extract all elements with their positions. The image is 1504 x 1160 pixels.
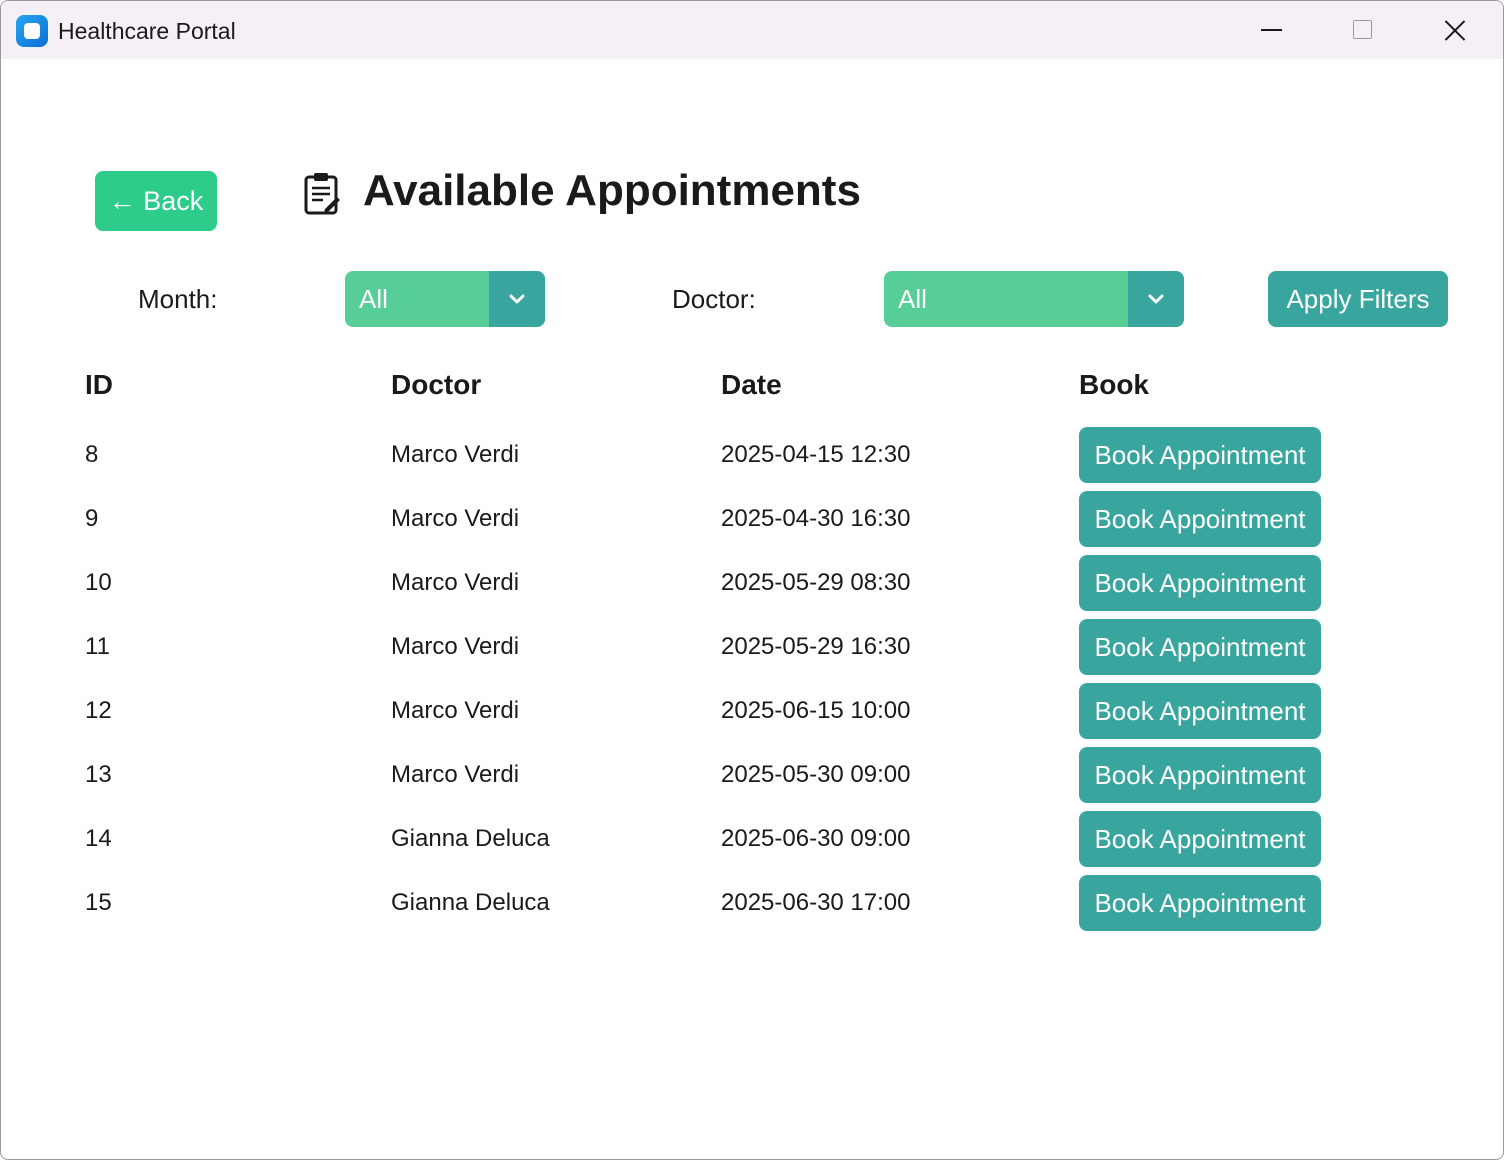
app-window: Healthcare Portal ← Back Available Appoi… [0,0,1504,1160]
appointment-id: 11 [85,633,110,660]
column-header-book: Book [1079,369,1149,400]
book-appointment-button[interactable]: Book Appointment [1079,491,1321,547]
page-title: Available Appointments [363,166,861,215]
appointment-date: 2025-06-30 09:00 [721,825,911,852]
appointment-doctor: Marco Verdi [391,761,520,788]
month-select[interactable]: All [345,271,545,327]
book-appointment-button[interactable]: Book Appointment [1079,427,1321,483]
appointment-date: 2025-06-30 17:00 [721,889,911,916]
book-appointment-button[interactable]: Book Appointment [1079,619,1321,675]
month-filter-label: Month: [138,284,218,314]
table-row: 11 Marco Verdi 2025-05-29 16:30 Book App… [1,619,1503,683]
appointment-date: 2025-05-30 09:00 [721,761,911,788]
doctor-select-value: All [898,284,927,314]
table-row: 15 Gianna Deluca 2025-06-30 17:00 Book A… [1,875,1503,939]
appointment-id: 9 [85,505,99,532]
appointment-date: 2025-05-29 16:30 [721,633,911,660]
column-header-date: Date [721,369,782,400]
book-appointment-button[interactable]: Book Appointment [1079,555,1321,611]
appointment-date: 2025-04-30 16:30 [721,505,911,532]
appointment-doctor: Marco Verdi [391,633,520,660]
close-button[interactable] [1409,1,1501,59]
doctor-filter-label: Doctor: [672,284,756,314]
appointment-id: 10 [85,569,112,596]
clipboard-icon [303,171,341,215]
book-appointment-button[interactable]: Book Appointment [1079,875,1321,931]
table-row: 10 Marco Verdi 2025-05-29 08:30 Book App… [1,555,1503,619]
appointment-date: 2025-05-29 08:30 [721,569,911,596]
book-appointment-button[interactable]: Book Appointment [1079,811,1321,867]
appointment-id: 15 [85,889,112,916]
app-icon [16,15,48,47]
table-row: 14 Gianna Deluca 2025-06-30 09:00 Book A… [1,811,1503,875]
title-bar: Healthcare Portal [1,1,1503,59]
column-header-doctor: Doctor [391,369,482,400]
appointment-date: 2025-04-15 12:30 [721,441,911,468]
chevron-down-icon[interactable] [1128,271,1184,327]
appointment-doctor: Gianna Deluca [391,825,550,852]
appointment-doctor: Marco Verdi [391,569,520,596]
appointment-doctor: Marco Verdi [391,505,520,532]
appointment-date: 2025-06-15 10:00 [721,697,911,724]
appointment-id: 12 [85,697,112,724]
column-header-id: ID [85,369,113,400]
window-title: Healthcare Portal [58,18,236,44]
maximize-button[interactable] [1317,1,1409,59]
appointment-doctor: Marco Verdi [391,441,520,468]
appointment-id: 13 [85,761,112,788]
doctor-select[interactable]: All [884,271,1184,327]
appointment-doctor: Marco Verdi [391,697,520,724]
table-row: 13 Marco Verdi 2025-05-30 09:00 Book App… [1,747,1503,811]
minimize-button[interactable] [1226,1,1318,59]
back-button[interactable]: ← Back [95,171,217,231]
apply-filters-button[interactable]: Apply Filters [1268,271,1448,327]
book-appointment-button[interactable]: Book Appointment [1079,747,1321,803]
month-select-value: All [359,284,388,314]
table-row: 9 Marco Verdi 2025-04-30 16:30 Book Appo… [1,491,1503,555]
appointment-doctor: Gianna Deluca [391,889,550,916]
book-appointment-button[interactable]: Book Appointment [1079,683,1321,739]
table-row: 12 Marco Verdi 2025-06-15 10:00 Book App… [1,683,1503,747]
chevron-down-icon[interactable] [489,271,545,327]
appointment-id: 8 [85,441,99,468]
table-row: 8 Marco Verdi 2025-04-15 12:30 Book Appo… [1,427,1503,491]
appointments-table: 8 Marco Verdi 2025-04-15 12:30 Book Appo… [1,427,1503,939]
appointment-id: 14 [85,825,112,852]
